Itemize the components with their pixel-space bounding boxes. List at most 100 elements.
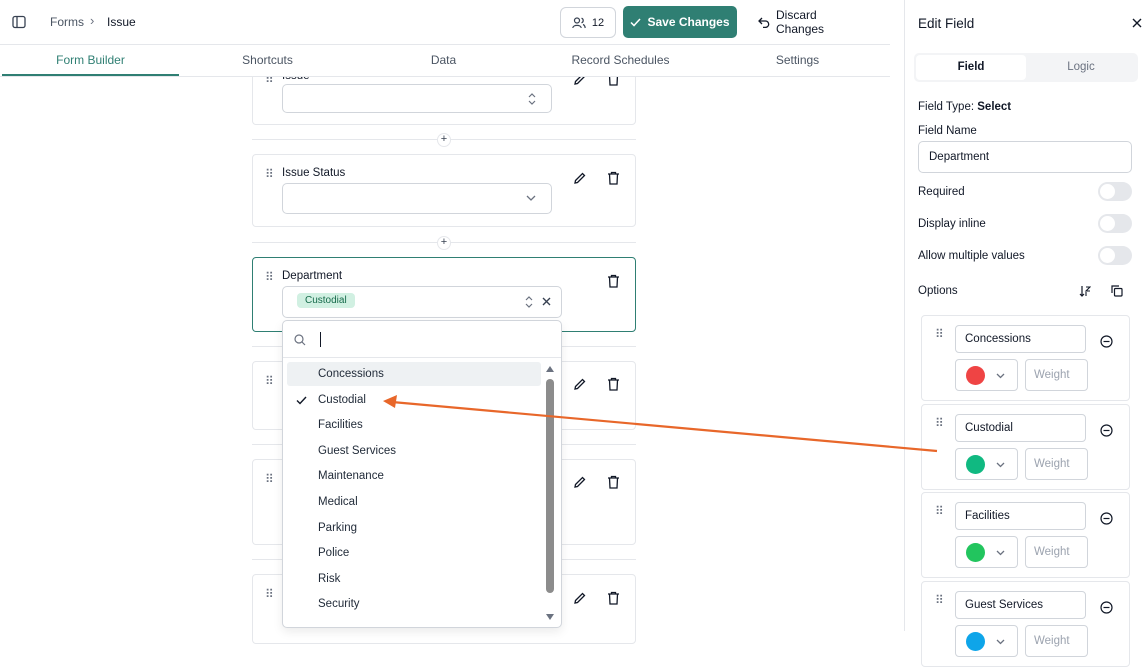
scroll-down-icon[interactable] bbox=[546, 614, 554, 620]
option-color-select[interactable] bbox=[955, 447, 1018, 480]
chevron-down-icon bbox=[996, 462, 1005, 467]
option-color-select[interactable] bbox=[955, 536, 1018, 568]
sort-icon[interactable] bbox=[1079, 285, 1091, 297]
field-card-issue-status[interactable]: ⠿ Issue Status bbox=[252, 154, 636, 227]
dropdown-search[interactable] bbox=[283, 321, 561, 358]
drag-handle-icon[interactable]: ⠿ bbox=[935, 328, 944, 340]
trash-icon[interactable] bbox=[607, 377, 623, 393]
tab-logic[interactable]: Logic bbox=[1026, 55, 1136, 80]
dropdown-option[interactable]: Police bbox=[287, 541, 541, 565]
dropdown-option[interactable]: Facilities bbox=[287, 413, 541, 437]
dropdown-option[interactable]: Security bbox=[287, 592, 541, 616]
option-name-input[interactable]: Custodial bbox=[955, 413, 1086, 442]
dropdown-option[interactable]: Guest Services bbox=[287, 439, 541, 463]
option-weight-input[interactable]: Weight bbox=[1025, 447, 1088, 480]
dropdown-option-label: Medical bbox=[318, 496, 358, 508]
dropdown-option[interactable]: Parking bbox=[287, 516, 541, 540]
trash-icon[interactable] bbox=[607, 591, 623, 607]
check-icon bbox=[296, 396, 307, 405]
allow-multiple-toggle[interactable] bbox=[1098, 246, 1132, 265]
department-options-dropdown: Concessions Custodial Facilities Guest Serv… bbox=[282, 320, 562, 628]
dropdown-option-label: Parking bbox=[318, 521, 357, 534]
edit-icon[interactable] bbox=[573, 591, 589, 607]
dropdown-option-label: Custodial bbox=[318, 393, 366, 406]
dropdown-option[interactable]: Concessions bbox=[287, 362, 541, 386]
collaborators-button[interactable]: 12 bbox=[560, 7, 616, 38]
option-color-select[interactable] bbox=[955, 359, 1018, 391]
copy-icon[interactable] bbox=[1111, 285, 1123, 297]
remove-option-icon[interactable] bbox=[1100, 600, 1113, 614]
field-type: Field Type: Select bbox=[918, 101, 1011, 113]
required-toggle[interactable] bbox=[1098, 182, 1132, 201]
display-inline-toggle[interactable] bbox=[1098, 214, 1132, 233]
save-changes-label: Save Changes bbox=[647, 15, 730, 29]
save-changes-button[interactable]: Save Changes bbox=[623, 6, 737, 38]
tab-form-builder[interactable]: Form Builder bbox=[2, 46, 179, 76]
issue-select[interactable] bbox=[282, 84, 552, 113]
option-color-select[interactable] bbox=[955, 624, 1018, 657]
breadcrumb-separator: › bbox=[90, 13, 95, 28]
drag-handle-icon[interactable]: ⠿ bbox=[265, 168, 274, 180]
edit-icon[interactable] bbox=[573, 171, 589, 187]
field-label: Issue Status bbox=[282, 167, 346, 179]
dropdown-option-label: Security bbox=[318, 598, 360, 611]
allow-multiple-label: Allow multiple values bbox=[918, 250, 1025, 262]
trash-icon[interactable] bbox=[607, 171, 623, 187]
close-icon[interactable] bbox=[1132, 18, 1142, 28]
drag-handle-icon[interactable]: ⠿ bbox=[265, 473, 274, 485]
department-select[interactable]: Custodial bbox=[282, 286, 562, 318]
scrollbar-thumb[interactable] bbox=[546, 379, 554, 593]
add-field-plus-icon[interactable]: + bbox=[437, 133, 451, 147]
users-icon bbox=[572, 16, 586, 28]
clear-icon[interactable] bbox=[542, 297, 551, 306]
drag-handle-icon[interactable]: ⠿ bbox=[935, 417, 944, 429]
trash-icon[interactable] bbox=[607, 274, 623, 290]
drag-handle-icon[interactable]: ⠿ bbox=[265, 588, 274, 600]
option-name-input[interactable]: Facilities bbox=[955, 502, 1086, 530]
edit-icon[interactable] bbox=[573, 475, 589, 491]
tab-field[interactable]: Field bbox=[916, 55, 1026, 80]
option-name-input[interactable]: Guest Services bbox=[955, 590, 1086, 619]
remove-option-icon[interactable] bbox=[1100, 512, 1113, 525]
edit-icon[interactable] bbox=[573, 377, 589, 393]
remove-option-icon[interactable] bbox=[1100, 335, 1113, 348]
drag-handle-icon[interactable]: ⠿ bbox=[935, 594, 944, 606]
tab-settings[interactable]: Settings bbox=[709, 46, 886, 76]
add-field-plus-icon[interactable]: + bbox=[437, 236, 451, 250]
chevron-down-icon bbox=[996, 550, 1005, 556]
tab-record-schedules[interactable]: Record Schedules bbox=[532, 46, 709, 76]
breadcrumb-forms[interactable]: Forms bbox=[50, 15, 84, 29]
discard-changes-label: Discard Changes bbox=[776, 8, 825, 36]
dropdown-option[interactable]: Medical bbox=[287, 490, 541, 514]
field-name-input[interactable]: Department bbox=[918, 141, 1132, 173]
dropdown-option-label: Guest Services bbox=[318, 444, 396, 457]
dropdown-option[interactable]: Custodial bbox=[287, 388, 541, 412]
color-swatch bbox=[966, 454, 985, 474]
option-weight-input[interactable]: Weight bbox=[1025, 624, 1088, 657]
drag-handle-icon[interactable]: ⠿ bbox=[265, 375, 274, 387]
color-swatch bbox=[966, 631, 985, 651]
tab-data[interactable]: Data bbox=[355, 46, 532, 76]
required-label: Required bbox=[918, 186, 965, 198]
discard-changes-button[interactable]: Discard Changes bbox=[752, 6, 868, 38]
breadcrumb-issue: Issue bbox=[107, 15, 136, 29]
dropdown-option-label: Risk bbox=[318, 572, 341, 585]
chevron-updown-icon bbox=[525, 296, 533, 308]
panel-tabs: Field Logic bbox=[914, 53, 1138, 82]
dropdown-option[interactable]: Risk bbox=[287, 567, 541, 591]
drag-handle-icon[interactable]: ⠿ bbox=[935, 505, 944, 517]
scroll-up-icon[interactable] bbox=[546, 366, 554, 372]
collaborators-count: 12 bbox=[591, 16, 605, 29]
option-weight-input[interactable]: Weight bbox=[1025, 359, 1088, 391]
option-name-input[interactable]: Concessions bbox=[955, 325, 1086, 353]
trash-icon[interactable] bbox=[607, 475, 623, 491]
sidebar-toggle-icon[interactable] bbox=[12, 15, 26, 29]
issue-status-select[interactable] bbox=[282, 183, 552, 214]
dropdown-option[interactable]: Maintenance bbox=[287, 464, 541, 488]
remove-option-icon[interactable] bbox=[1100, 423, 1113, 437]
text-cursor bbox=[320, 332, 321, 347]
option-weight-input[interactable]: Weight bbox=[1025, 536, 1088, 568]
tab-shortcuts[interactable]: Shortcuts bbox=[179, 46, 356, 76]
drag-handle-icon[interactable]: ⠿ bbox=[265, 271, 274, 283]
options-label: Options bbox=[918, 285, 958, 297]
